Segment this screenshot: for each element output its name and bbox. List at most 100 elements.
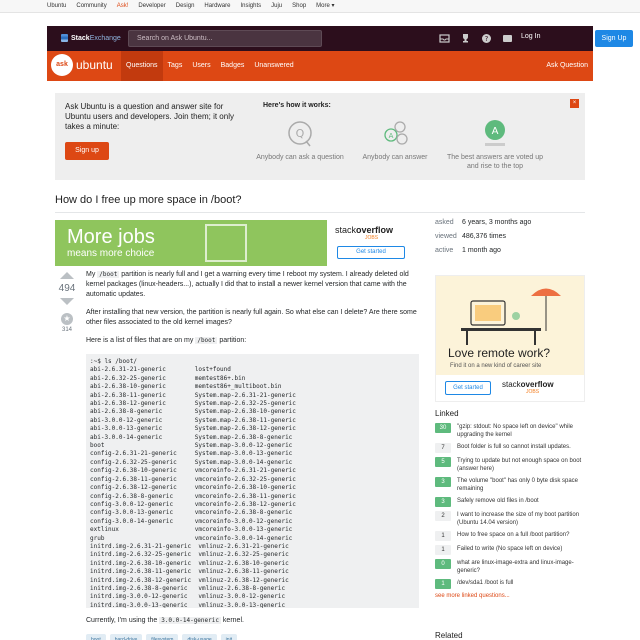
linked-item[interactable]: 3 The volume "boot" has only 0 byte disk … <box>435 477 585 493</box>
ubuntu-nav-item[interactable]: Design <box>171 0 200 13</box>
tag-boot[interactable]: boot <box>86 634 106 640</box>
ubuntu-nav-item[interactable]: Juju <box>266 0 287 13</box>
stackoverflow-logo: stackoverflow <box>335 225 393 235</box>
linked-item[interactable]: 0 what are linux-image-extra and linux-im… <box>435 559 585 575</box>
ubuntu-top-bar: Ubuntu Community Ask! Developer Design Hardwa… <box>0 0 640 13</box>
tag-init[interactable]: init <box>220 634 238 640</box>
site-switcher-icon[interactable] <box>502 33 513 44</box>
downvote-icon[interactable] <box>60 298 74 305</box>
nav-tab-unanswered[interactable]: Unanswered <box>249 51 298 81</box>
ask-question-button[interactable]: Ask Question <box>546 51 588 81</box>
linked-question-link[interactable]: Boot folder is full so cannot install up… <box>457 443 571 451</box>
jobs-ad-banner[interactable]: More jobs means more choice stackoverflo… <box>55 220 419 266</box>
remote-work-ad[interactable]: Love remote work? Find it on a new kind … <box>435 275 585 402</box>
stat-value[interactable]: 1 month ago <box>462 247 501 254</box>
brand-a: stack <box>335 225 357 235</box>
linked-question-link[interactable]: /dev/sda1 /boot is full <box>457 579 513 587</box>
linked-question-link[interactable]: Trying to update but not enough space on… <box>457 457 585 473</box>
answers-icon: A <box>384 121 408 145</box>
question-bubble-icon: Q <box>288 121 312 147</box>
linked-question-link[interactable]: Safely remove old files in /boot <box>457 497 539 505</box>
main-nav: Questions Tags Users Badges Unanswered <box>121 51 299 81</box>
inline-code: /boot <box>195 337 218 344</box>
linked-question-link[interactable]: How to free space on a full /boot partit… <box>457 531 569 539</box>
nav-tab-questions[interactable]: Questions <box>121 51 163 81</box>
p4-text-a: Currently, I'm using the <box>86 617 160 624</box>
ubuntu-nav-item[interactable]: Developer <box>133 0 170 13</box>
linked-question-link[interactable]: "gzip: stdout: No space left on device" … <box>457 423 585 439</box>
logo-exchange-text: Exchange <box>89 34 121 42</box>
stackexchange-icon <box>61 34 68 42</box>
linked-score: 1 <box>435 579 451 589</box>
linked-item[interactable]: 30 "gzip: stdout: No space left on device… <box>435 423 585 439</box>
tag-hard-drive[interactable]: hard-drive <box>109 634 143 640</box>
signup-button[interactable]: Sign Up <box>595 30 633 47</box>
ad-subline: means more choice <box>67 248 155 259</box>
linked-item[interactable]: 5 Trying to update but not enough space o… <box>435 457 585 473</box>
logo-circle: ask <box>51 54 73 76</box>
search-input[interactable]: Search on Ask Ubuntu... <box>128 30 322 47</box>
step-ask-label: Anybody can ask a question <box>256 154 344 161</box>
remote-ad-get-started-button[interactable]: Get started <box>445 381 491 395</box>
ubuntu-nav-item[interactable]: Insights <box>235 0 266 13</box>
ubuntu-nav: Ubuntu Community Ask! Developer Design Hardwa… <box>42 0 340 13</box>
linked-item[interactable]: 3 Safely remove old files in /boot <box>435 497 585 507</box>
hero-signup-button[interactable]: Sign up <box>65 142 109 160</box>
how-it-works-heading: Here's how it works: <box>263 102 331 109</box>
linked-item[interactable]: 2 I want to increase the size of my boot … <box>435 511 585 527</box>
related-heading: Related <box>435 631 463 640</box>
linked-item[interactable]: 1 How to free space on a full /boot parti… <box>435 531 585 541</box>
linked-question-link[interactable]: The volume "boot" has only 0 byte disk s… <box>457 477 585 493</box>
ad-get-started-button[interactable]: Get started <box>337 246 405 259</box>
ubuntu-nav-item[interactable]: Ask! <box>112 0 134 13</box>
remote-ad-footer: Get started stackoverflow JOBS <box>436 375 584 401</box>
linked-item[interactable]: 7 Boot folder is full so cannot install u… <box>435 443 585 453</box>
svg-text:Q: Q <box>296 127 305 140</box>
jobs-label: JOBS <box>365 235 379 241</box>
inline-code: 3.0.0-14-generic <box>159 617 221 624</box>
post-paragraph-1: My /boot partition is nearly full and I … <box>86 270 419 300</box>
question-stats: asked 6 years, 3 months ago viewed 486,376 … <box>435 219 585 261</box>
ubuntu-nav-item[interactable]: Ubuntu <box>42 0 71 13</box>
nav-tab-badges[interactable]: Badges <box>216 51 250 81</box>
linked-score: 0 <box>435 559 451 569</box>
jobs-label: JOBS <box>526 389 540 395</box>
upvote-icon[interactable] <box>60 272 74 279</box>
help-icon[interactable]: ? <box>481 33 492 44</box>
ubuntu-nav-item[interactable]: Hardware <box>199 0 235 13</box>
linked-score: 1 <box>435 545 451 555</box>
nav-tab-tags[interactable]: Tags <box>163 51 188 81</box>
trophy-icon[interactable] <box>460 33 471 44</box>
close-icon[interactable]: × <box>570 99 579 108</box>
ubuntu-nav-item[interactable]: Shop <box>287 0 311 13</box>
linked-question-link[interactable]: I want to increase the size of my boot p… <box>457 511 585 527</box>
tag-filesystem[interactable]: filesystem <box>146 634 179 640</box>
post-paragraph-4: Currently, I'm using the 3.0.0-14-generi… <box>86 616 419 626</box>
linked-item[interactable]: 1/dev/sda1 /boot is full <box>435 579 585 589</box>
tag-disk-usage[interactable]: disk-usage <box>182 634 217 640</box>
favorite-count: 314 <box>61 327 72 333</box>
stackexchange-logo[interactable]: StackExchange <box>61 34 121 42</box>
askubuntu-logo[interactable]: ask ubuntu <box>51 54 113 76</box>
linked-question-link[interactable]: Failed to write (No space left on device… <box>457 545 562 553</box>
p1-text-a: My <box>86 271 98 278</box>
brand-a: stack <box>502 380 521 389</box>
login-link[interactable]: Log In <box>521 33 540 40</box>
linked-score: 1 <box>435 531 451 541</box>
inbox-icon[interactable] <box>439 33 450 44</box>
ubuntu-nav-item[interactable]: More ▾ <box>311 0 339 13</box>
see-more-linked-link[interactable]: see more linked questions... <box>435 593 585 599</box>
stat-label: asked <box>435 219 454 226</box>
question-title[interactable]: How do I free up more space in /boot? <box>55 194 242 206</box>
linked-score: 5 <box>435 457 451 467</box>
askubuntu-bar: ask ubuntu Questions Tags Users Badges Unans… <box>47 51 593 81</box>
nav-tab-users[interactable]: Users <box>187 51 215 81</box>
top-answer-icon: A <box>485 120 505 146</box>
stat-value: 486,376 times <box>462 233 506 240</box>
linked-heading: Linked <box>435 409 459 418</box>
ubuntu-nav-item[interactable]: Community <box>71 0 111 13</box>
linked-item[interactable]: 1 Failed to write (No space left on devic… <box>435 545 585 555</box>
linked-question-link[interactable]: what are linux-image-extra and linux-ima… <box>457 559 585 575</box>
vote-count: 494 <box>58 283 76 294</box>
favorite-star-icon[interactable]: ★ <box>61 313 73 325</box>
